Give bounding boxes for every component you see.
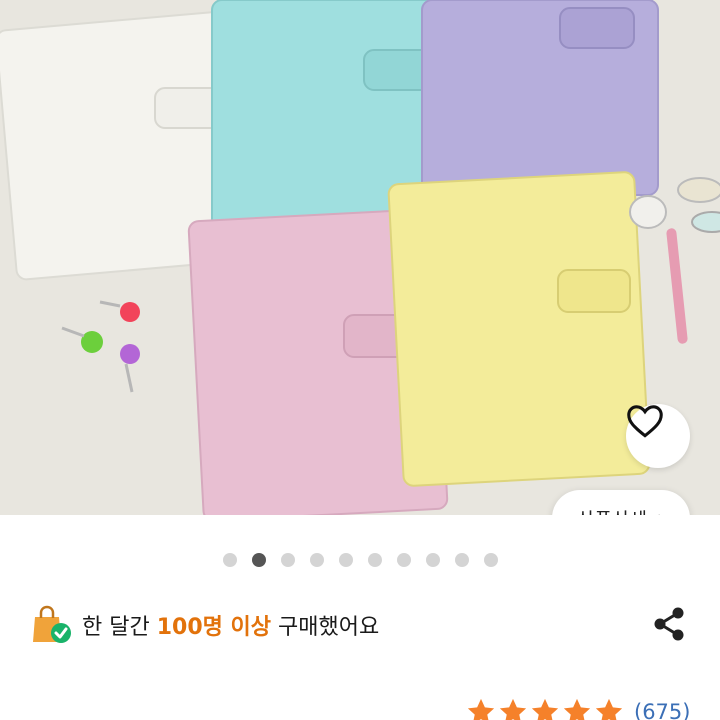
purchase-info-highlight: 100명 이상 bbox=[156, 615, 272, 640]
star-rating bbox=[466, 697, 624, 720]
star-icon bbox=[499, 698, 527, 720]
star-icon bbox=[595, 698, 623, 720]
pager-dot[interactable] bbox=[425, 553, 440, 567]
product-image bbox=[0, 0, 720, 515]
rating-summary[interactable]: (675) bbox=[466, 697, 690, 720]
pager-dot[interactable] bbox=[483, 553, 498, 567]
star-icon bbox=[467, 698, 495, 720]
product-detail-button[interactable]: 상품상세 › bbox=[552, 490, 690, 515]
product-photo[interactable]: 상품상세 › bbox=[0, 0, 720, 515]
pager-dot[interactable] bbox=[251, 553, 266, 567]
purchase-info-suffix: 구매했어요 bbox=[278, 615, 380, 640]
pager-dot[interactable] bbox=[280, 553, 295, 567]
review-count[interactable]: (675) bbox=[634, 700, 690, 720]
chevron-right-icon: › bbox=[657, 506, 665, 515]
heart-outline-icon bbox=[627, 405, 663, 438]
pager-dot[interactable] bbox=[338, 553, 353, 567]
star-icon bbox=[531, 698, 559, 720]
pager-dot[interactable] bbox=[309, 553, 324, 567]
pager-dot[interactable] bbox=[222, 553, 237, 567]
pager-dot[interactable] bbox=[396, 553, 411, 567]
purchase-info: 한 달간 100명 이상 구매했어요 bbox=[30, 603, 379, 647]
wishlist-button[interactable] bbox=[626, 404, 690, 468]
star-icon bbox=[563, 698, 591, 720]
purchase-info-prefix: 한 달간 bbox=[82, 615, 150, 640]
pager-dot[interactable] bbox=[454, 553, 469, 567]
purchase-info-text: 한 달간 100명 이상 구매했어요 bbox=[82, 609, 379, 641]
pager-dot[interactable] bbox=[367, 553, 382, 567]
share-icon bbox=[654, 607, 684, 641]
image-pager bbox=[0, 553, 720, 569]
product-detail-label: 상품상세 bbox=[577, 505, 647, 516]
share-button[interactable] bbox=[648, 603, 690, 645]
shopping-bag-check-icon bbox=[33, 605, 71, 643]
